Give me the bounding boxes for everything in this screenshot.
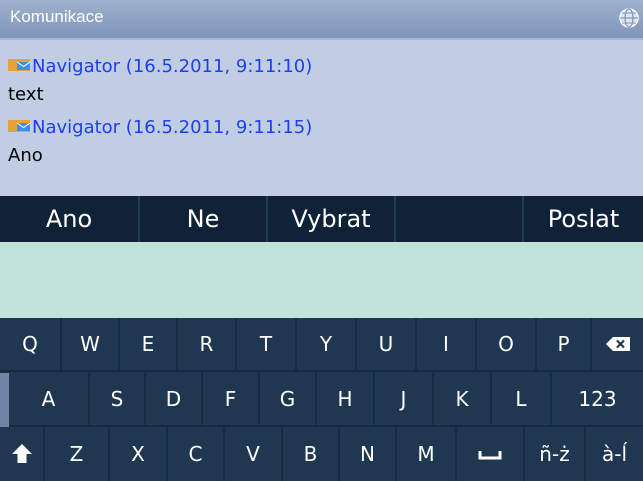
window-title: Komunikace: [10, 7, 104, 26]
key-e[interactable]: E: [120, 318, 178, 372]
key-j[interactable]: J: [375, 373, 434, 427]
ano-button[interactable]: Ano: [0, 196, 140, 242]
key-l[interactable]: L: [492, 373, 552, 427]
app-window: Komunikace Navigator (16.5.2011, 9:11:10…: [0, 0, 643, 481]
key-o[interactable]: O: [477, 318, 537, 372]
empty-button[interactable]: [396, 196, 524, 242]
space-key[interactable]: [457, 427, 525, 481]
key-i[interactable]: I: [417, 318, 477, 372]
backspace-key[interactable]: [592, 318, 643, 372]
key-u[interactable]: U: [357, 318, 417, 372]
keyboard-edge: [0, 373, 9, 427]
message-sender: Navigator (16.5.2011, 9:11:10): [32, 56, 313, 77]
key-c[interactable]: C: [168, 427, 225, 481]
poslat-button[interactable]: Poslat: [524, 196, 643, 242]
globe-icon[interactable]: [619, 8, 639, 28]
key-v[interactable]: V: [225, 427, 283, 481]
key-a[interactable]: A: [9, 373, 90, 427]
key-h[interactable]: H: [317, 373, 375, 427]
on-screen-keyboard: Q W E R T Y U I O P A S D F G H J K L 12…: [0, 318, 643, 481]
key-z[interactable]: Z: [45, 427, 110, 481]
key-x[interactable]: X: [110, 427, 168, 481]
key-g[interactable]: G: [260, 373, 317, 427]
key-f[interactable]: F: [203, 373, 260, 427]
mail-icon: [8, 120, 30, 132]
message-text: text: [8, 84, 44, 105]
message-header: Navigator (16.5.2011, 9:11:10): [8, 56, 312, 77]
key-s[interactable]: S: [90, 373, 146, 427]
message-list: Navigator (16.5.2011, 9:11:10) text Navi…: [0, 40, 643, 196]
mode-123-key[interactable]: 123: [552, 373, 643, 427]
ne-button[interactable]: Ne: [140, 196, 268, 242]
key-t[interactable]: T: [237, 318, 297, 372]
message-input[interactable]: [0, 242, 643, 318]
message-sender: Navigator (16.5.2011, 9:11:15): [32, 117, 313, 138]
key-b[interactable]: B: [283, 427, 340, 481]
key-w[interactable]: W: [62, 318, 120, 372]
key-p[interactable]: P: [537, 318, 592, 372]
shift-icon: [11, 444, 32, 463]
key-n[interactable]: N: [340, 427, 397, 481]
backspace-icon: [605, 337, 630, 351]
key-r[interactable]: R: [178, 318, 237, 372]
accent-n-z-key[interactable]: ñ-ż: [525, 427, 586, 481]
title-bar: Komunikace: [0, 0, 643, 40]
key-q[interactable]: Q: [0, 318, 62, 372]
vybrat-button[interactable]: Vybrat: [268, 196, 396, 242]
quick-reply-bar: Ano Ne Vybrat Poslat: [0, 196, 643, 242]
accent-a-l-key[interactable]: à-ĺ: [586, 427, 643, 481]
key-m[interactable]: M: [397, 427, 457, 481]
key-d[interactable]: D: [146, 373, 203, 427]
space-icon: [478, 451, 502, 460]
shift-key[interactable]: [0, 427, 45, 481]
key-k[interactable]: K: [434, 373, 492, 427]
key-y[interactable]: Y: [297, 318, 357, 372]
mail-icon: [8, 59, 30, 71]
message-text: Ano: [8, 145, 43, 166]
message-header: Navigator (16.5.2011, 9:11:15): [8, 117, 312, 138]
